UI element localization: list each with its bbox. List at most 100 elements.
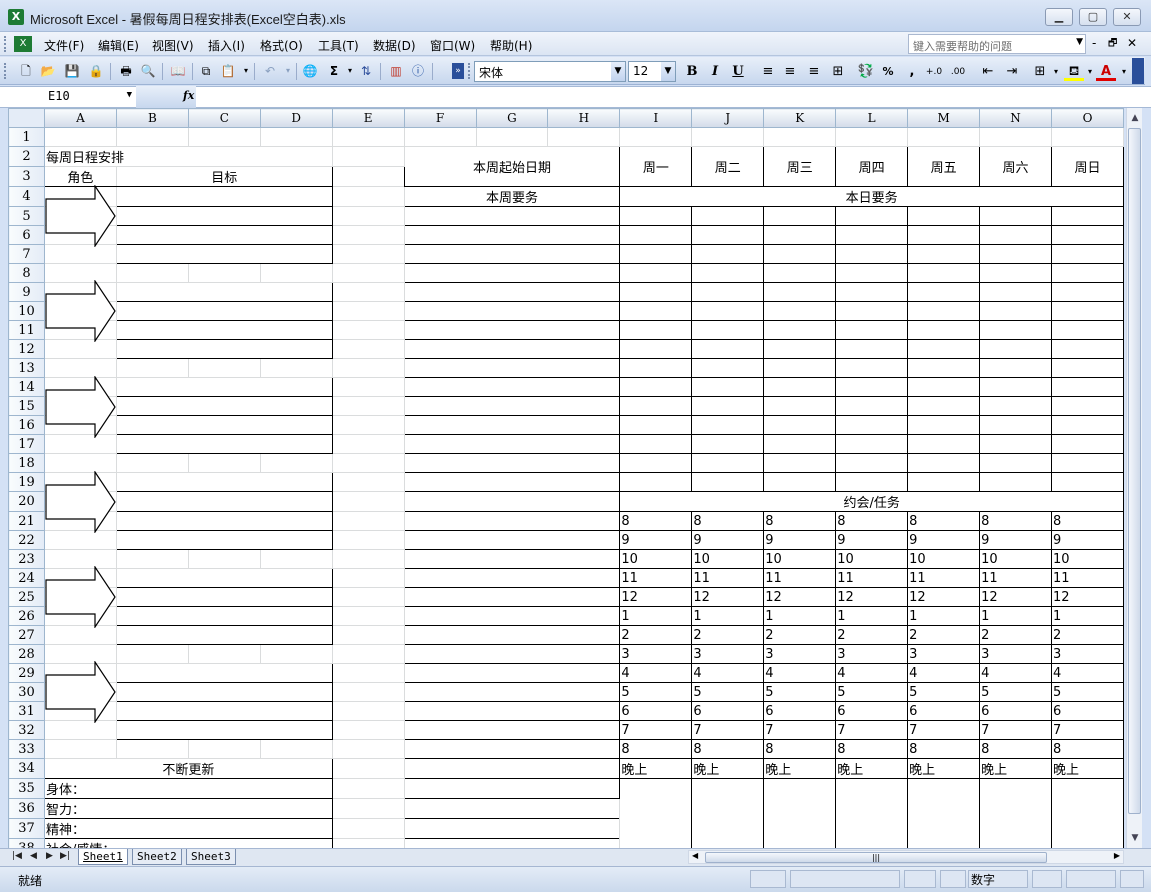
cell-b1[interactable] — [115, 127, 189, 147]
hour-slot[interactable]: 4 — [979, 663, 1052, 683]
hour-slot[interactable]: 3 — [1051, 644, 1124, 664]
cell-e6[interactable] — [331, 225, 405, 245]
cell-n6[interactable] — [979, 225, 1052, 245]
cell-l11[interactable] — [835, 320, 909, 340]
cell-n8[interactable] — [979, 263, 1052, 283]
toolbar-grip[interactable] — [4, 63, 7, 79]
hour-slot[interactable]: 8 — [619, 511, 693, 531]
hour-slot[interactable]: 2 — [691, 625, 765, 645]
cell-c8[interactable] — [187, 263, 261, 283]
cell-e17[interactable] — [331, 434, 405, 454]
cell-l17[interactable] — [835, 434, 909, 454]
doc-close-button[interactable]: ✕ — [1127, 36, 1137, 50]
comma-button[interactable]: , — [902, 63, 922, 81]
cell-d33[interactable] — [259, 739, 333, 759]
row-header[interactable]: 35 — [8, 778, 45, 799]
cell-e24[interactable] — [331, 568, 405, 588]
cell-n11[interactable] — [979, 320, 1052, 340]
hour-slot[interactable]: 8 — [907, 511, 981, 531]
row-header[interactable]: 32 — [8, 720, 45, 740]
underline-button[interactable]: U — [728, 63, 748, 81]
cell-i18[interactable] — [619, 453, 693, 473]
cell-k19[interactable] — [763, 472, 837, 492]
insert-function-button[interactable]: fx — [183, 89, 194, 102]
cell-n1[interactable] — [979, 127, 1052, 147]
vertical-scrollbar[interactable]: ▲ ▼ — [1126, 108, 1142, 848]
hour-slot[interactable]: 10 — [907, 549, 981, 569]
cell-n13[interactable] — [979, 358, 1052, 378]
hour-slot[interactable]: 11 — [691, 568, 765, 588]
cell-e27[interactable] — [331, 625, 405, 645]
hour-slot[interactable]: 9 — [835, 530, 909, 550]
cell-o5[interactable] — [1051, 206, 1124, 226]
cell-f7[interactable] — [403, 244, 621, 264]
cell-f11[interactable] — [403, 320, 621, 340]
day-tasks-header[interactable]: 本日要务 — [619, 186, 1124, 207]
cell-k35[interactable] — [763, 778, 837, 848]
hour-slot[interactable]: 7 — [907, 720, 981, 740]
cell-b10[interactable] — [115, 301, 333, 321]
doc-restore-button[interactable]: 🗗 — [1108, 36, 1117, 53]
cell-j16[interactable] — [691, 415, 765, 435]
chevron-down-icon[interactable]: ▼ — [661, 62, 675, 81]
increase-indent-icon[interactable]: ⇥ — [1002, 63, 1022, 81]
scroll-right-icon[interactable]: ▶ — [1114, 851, 1120, 860]
cell-e10[interactable] — [331, 301, 405, 321]
cell-a33[interactable] — [43, 739, 117, 759]
cell-f6[interactable] — [403, 225, 621, 245]
hour-slot[interactable]: 12 — [1051, 587, 1124, 607]
hour-slot[interactable]: 8 — [979, 511, 1052, 531]
chevron-down-icon[interactable]: ▾ — [1114, 63, 1134, 81]
cell-m16[interactable] — [907, 415, 981, 435]
cell-b4[interactable] — [115, 186, 333, 207]
cell-e32[interactable] — [331, 720, 405, 740]
first-sheet-icon[interactable]: |◀ — [12, 851, 22, 861]
currency-icon[interactable]: 💱 — [856, 63, 876, 81]
row-header[interactable]: 38 — [8, 838, 45, 848]
cell-l5[interactable] — [835, 206, 909, 226]
cell-f15[interactable] — [403, 396, 621, 416]
hour-slot[interactable]: 晚上 — [835, 758, 909, 779]
hour-slot[interactable]: 4 — [763, 663, 837, 683]
cell-e4[interactable] — [331, 186, 405, 207]
hour-slot[interactable]: 8 — [907, 739, 981, 759]
cell-a22[interactable] — [43, 530, 117, 550]
cell-m7[interactable] — [907, 244, 981, 264]
cell-l35[interactable] — [835, 778, 909, 848]
cell-a32[interactable] — [43, 720, 117, 740]
cell-j17[interactable] — [691, 434, 765, 454]
cell-e3[interactable] — [331, 166, 405, 187]
cell-k17[interactable] — [763, 434, 837, 454]
copy-icon[interactable]: ⧉ — [198, 63, 214, 79]
cell-e18[interactable] — [331, 453, 405, 473]
hour-slot[interactable]: 12 — [763, 587, 837, 607]
cell-c18[interactable] — [187, 453, 261, 473]
tab-sheet2[interactable]: Sheet2 — [132, 849, 182, 865]
cell-i15[interactable] — [619, 396, 693, 416]
cell-n14[interactable] — [979, 377, 1052, 397]
row-header[interactable]: 29 — [8, 663, 45, 683]
hour-slot[interactable]: 9 — [619, 530, 693, 550]
cell-b8[interactable] — [115, 263, 189, 283]
column-header-b[interactable]: B — [115, 108, 189, 128]
cell-j19[interactable] — [691, 472, 765, 492]
bold-button[interactable]: B — [682, 63, 702, 81]
cell-e34[interactable] — [331, 758, 405, 779]
column-header-f[interactable]: F — [403, 108, 477, 128]
weekday-header[interactable]: 周三 — [763, 146, 837, 187]
column-header-a[interactable]: A — [43, 108, 117, 128]
menu-insert[interactable]: 插入(I) — [208, 37, 245, 54]
role-header[interactable]: 角色 — [43, 166, 117, 187]
cell-f24[interactable] — [403, 568, 621, 588]
cell-b15[interactable] — [115, 396, 333, 416]
cell-e11[interactable] — [331, 320, 405, 340]
cell-b28[interactable] — [115, 644, 189, 664]
hour-slot[interactable]: 6 — [619, 701, 693, 721]
cell-j11[interactable] — [691, 320, 765, 340]
column-header-l[interactable]: L — [835, 108, 909, 128]
cell-m13[interactable] — [907, 358, 981, 378]
cell-k5[interactable] — [763, 206, 837, 226]
scroll-thumb[interactable]: ||| — [705, 852, 1047, 863]
cell-n7[interactable] — [979, 244, 1052, 264]
hour-slot[interactable]: 12 — [619, 587, 693, 607]
